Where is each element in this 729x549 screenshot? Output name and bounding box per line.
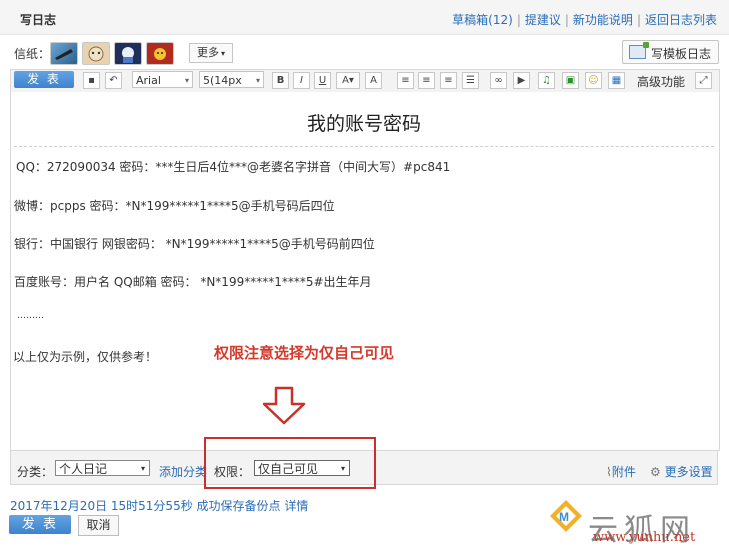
more-settings-button[interactable]: ⚙ 更多设置 xyxy=(650,463,713,480)
emoji-icon[interactable]: ☺ xyxy=(585,72,602,89)
page-title: 写日志 xyxy=(20,13,57,27)
music-icon[interactable]: ♫ xyxy=(538,72,555,89)
highlight-icon[interactable]: A xyxy=(365,72,382,89)
drafts-link[interactable]: 草稿箱(12) xyxy=(452,13,513,27)
font-color-icon[interactable]: A▾ xyxy=(336,72,360,89)
autosave-status: 2017年12月20日 15时51分55秒 成功保存备份点 详情 xyxy=(10,499,309,513)
header-links: 草稿箱(12) | 提建议 | 新功能说明 | 返回日志列表 xyxy=(452,13,717,27)
stationery-label: 信纸： xyxy=(14,47,51,61)
chevron-down-icon: ▾ xyxy=(220,49,225,58)
advanced-features-button[interactable]: 高级功能 xyxy=(637,73,685,90)
category-select[interactable]: 个人日记 ▾ xyxy=(55,460,150,476)
template-diary-button[interactable]: 写模板日志 xyxy=(622,40,719,64)
underline-icon[interactable]: U xyxy=(314,72,331,89)
watermark-url: www.yunhu.net xyxy=(593,530,696,545)
italic-icon[interactable]: I xyxy=(293,72,310,89)
add-category-link[interactable]: 添加分类 xyxy=(159,463,207,480)
gear-icon: ⚙ xyxy=(650,465,661,479)
publish-button[interactable]: 发 表 xyxy=(9,515,71,534)
undo-icon[interactable]: ↶ xyxy=(105,72,122,89)
watermark-logo-icon: M xyxy=(550,500,582,532)
category-label: 分类： xyxy=(17,465,54,479)
content-line: 微博：pcpps 密码：*N*199*****1****5@手机号码后四位 xyxy=(14,199,335,213)
align-left-icon[interactable]: ≡ xyxy=(397,72,414,89)
stationery-thumb-1[interactable] xyxy=(50,42,78,65)
back-to-list-link[interactable]: 返回日志列表 xyxy=(645,13,717,27)
diary-title[interactable]: 我的账号密码 xyxy=(10,109,718,136)
content-line: QQ：272090034 密码：***生日后4位***@老婆名字拼音（中间大写）… xyxy=(16,160,451,174)
list-icon[interactable]: ☰ xyxy=(462,72,479,89)
arrow-down-icon xyxy=(262,386,306,425)
new-features-link[interactable]: 新功能说明 xyxy=(573,13,633,27)
save-icon[interactable]: ▪ xyxy=(83,72,100,89)
align-center-icon[interactable]: ≡ xyxy=(418,72,435,89)
content-line: ……… xyxy=(17,311,44,321)
stationery-thumb-2[interactable] xyxy=(82,42,110,65)
video-icon[interactable]: ▶ xyxy=(513,72,530,89)
content-line: 以上仅为示例，仅供参考！ xyxy=(13,350,158,364)
image-icon[interactable]: ▣ xyxy=(562,72,579,89)
cancel-button[interactable]: 取消 xyxy=(78,515,119,536)
fullscreen-icon[interactable]: ⤢ xyxy=(695,72,712,89)
stationery-thumb-3[interactable] xyxy=(114,42,142,65)
stationery-thumb-4[interactable] xyxy=(146,42,174,65)
more-stationery-button[interactable]: 更多 ▾ xyxy=(189,43,233,63)
template-icon xyxy=(629,42,649,59)
link-icon[interactable]: ∞ xyxy=(490,72,507,89)
content-line: 银行：中国银行 网银密码： *N*199*****1****5@手机号码前四位 xyxy=(14,237,375,251)
publish-button-top[interactable]: 发 表 xyxy=(14,71,74,88)
bold-icon[interactable]: B xyxy=(272,72,289,89)
detail-link[interactable]: 详情 xyxy=(284,499,308,513)
highlight-box xyxy=(204,437,376,489)
feedback-link[interactable]: 提建议 xyxy=(525,13,561,27)
align-right-icon[interactable]: ≡ xyxy=(440,72,457,89)
content-line: 百度账号：用户名 QQ邮箱 密码： *N*199*****1****5#出生年月 xyxy=(14,275,372,289)
annotation-notice: 权限注意选择为仅自己可见 xyxy=(214,344,395,362)
table-icon[interactable]: ▦ xyxy=(608,72,625,89)
attachment-button[interactable]: ⌇附件 xyxy=(606,463,636,480)
font-size-select[interactable]: 5(14px ▾ xyxy=(199,71,264,88)
font-family-select[interactable]: Arial ▾ xyxy=(132,71,193,88)
title-divider xyxy=(14,146,714,147)
svg-text:M: M xyxy=(559,510,569,524)
